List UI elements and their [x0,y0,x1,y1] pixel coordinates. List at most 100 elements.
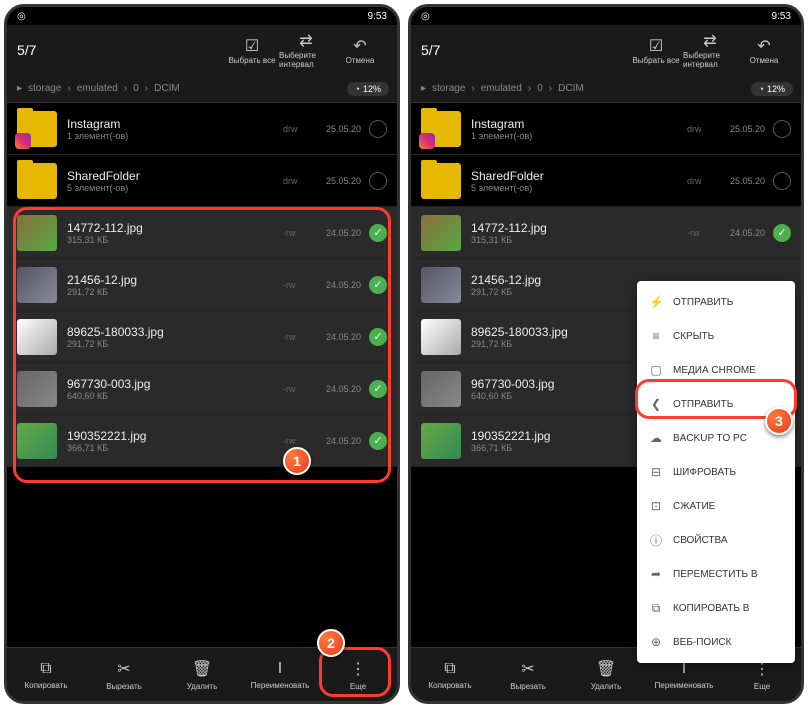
storage-indicator[interactable]: ◔12% [347,82,389,96]
undo-icon: ↶ [757,36,770,56]
menu-websearch[interactable]: ⊕ВЕБ-ПОИСК [637,625,795,659]
cancel-button[interactable]: ↶Отмена [333,36,387,65]
phone-left: ◎ 9:53 5/7 ☑Выбрать все ⇄Выберите интерв… [4,4,400,704]
file-row[interactable]: 21456-12.jpg291,72 КБ -rw 24.05.20 ✓ [7,259,397,311]
globe-icon: ⊕ [649,635,663,649]
checkbox-checked[interactable]: ✓ [369,432,387,450]
folder-row[interactable]: Instagram1 элемент(-ов) drw 25.05.20 [7,103,397,155]
scissors-icon: ✂ [521,659,534,679]
menu-encrypt[interactable]: ⊟ШИФРОВАТЬ [637,455,795,489]
step-badge-2: 2 [317,629,345,657]
file-row[interactable]: 89625-180033.jpg291,72 КБ -rw 24.05.20 ✓ [7,311,397,363]
instagram-badge-icon [15,133,31,149]
checkbox-icon: ☑ [245,36,259,56]
copy-icon: ⧉ [40,660,51,678]
file-list[interactable]: Instagram1 элемент(-ов) drw 25.05.20 Sha… [7,103,397,653]
status-bar: ◎ 9:53 [7,7,397,25]
checkbox[interactable] [369,172,387,190]
cursor-icon: I [278,660,282,678]
thumbnail [421,267,461,303]
interval-icon: ⇄ [299,31,312,51]
step-badge-1: 1 [283,447,311,475]
pie-icon: ◔ [355,84,360,94]
copy-button[interactable]: ⧉Копировать [411,648,489,701]
archive-icon: ⊡ [649,499,663,513]
breadcrumb[interactable]: ▸ storage› emulated› 0› DCIM ◔12% [411,75,801,103]
top-bar: 5/7 ☑Выбрать все ⇄Выберите интервал ↶Отм… [411,25,801,75]
thumbnail [17,215,57,251]
file-row[interactable]: 967730-003.jpg640,60 КБ -rw 24.05.20 ✓ [7,363,397,415]
more-icon: ⋮ [350,659,366,679]
info-icon: ⓘ [649,532,663,549]
menu-send-fast[interactable]: ⚡ОТПРАВИТЬ [637,285,795,319]
breadcrumb[interactable]: ▸ storage› emulated› 0› DCIM ◔12% [7,75,397,103]
status-bar: ◎ 9:53 [411,7,801,25]
folder-row[interactable]: Instagram1 элемент(-ов) drw 25.05.20 [411,103,801,155]
share-icon: ❮ [649,397,663,411]
menu-properties[interactable]: ⓘСВОЙСТВА [637,523,795,557]
checkbox-checked[interactable]: ✓ [369,276,387,294]
camera-icon: ◎ [421,11,430,22]
cancel-button[interactable]: ↶Отмена [737,36,791,65]
cloud-icon: ☁ [649,431,663,445]
interval-button[interactable]: ⇄Выберите интервал [683,31,737,69]
file-row[interactable]: 14772-112.jpg315,31 КБ -rw 24.05.20 ✓ [7,207,397,259]
thumbnail [421,319,461,355]
cut-button[interactable]: ✂Вырезать [489,648,567,701]
menu-move[interactable]: ➦ПЕРЕМЕСТИТЬ В [637,557,795,591]
trash-icon: 🗑 [192,659,212,679]
copy-button[interactable]: ⧉Копировать [7,648,85,701]
top-bar: 5/7 ☑Выбрать все ⇄Выберите интервал ↶Отм… [7,25,397,75]
folder-icon [421,163,461,199]
checkbox-checked[interactable]: ✓ [369,328,387,346]
sd-icon: ▸ [15,83,24,94]
checkbox-checked[interactable]: ✓ [369,380,387,398]
context-menu: ⚡ОТПРАВИТЬ ≡СКРЫТЬ ▢МЕДИА CHROME ❮ОТПРАВ… [637,281,795,663]
folder-row[interactable]: SharedFolder5 элемент(-ов) drw 25.05.20 [411,155,801,207]
selection-count: 5/7 [17,42,225,58]
file-row[interactable]: 190352221.jpg366,71 КБ -rw 24.05.20 ✓ [7,415,397,467]
trash-icon: 🗑 [596,659,616,679]
thumbnail [421,215,461,251]
file-row[interactable]: 14772-112.jpg315,31 КБ -rw 24.05.20 ✓ [411,207,801,259]
checkbox[interactable] [369,120,387,138]
lock-icon: ⊟ [649,465,663,479]
checkbox[interactable] [773,120,791,138]
thumbnail [17,319,57,355]
checkbox-icon: ☑ [649,36,663,56]
copy-icon: ⧉ [444,660,455,678]
pie-icon: ◔ [759,84,764,94]
instagram-badge-icon [419,133,435,149]
select-all-button[interactable]: ☑Выбрать все [629,36,683,65]
step-badge-3: 3 [765,407,793,435]
folder-icon [421,111,461,147]
menu-chrome[interactable]: ▢МЕДИА CHROME [637,353,795,387]
thumbnail [17,267,57,303]
checkbox-checked[interactable]: ✓ [773,224,791,242]
folder-row[interactable]: SharedFolder5 элемент(-ов) drw 25.05.20 [7,155,397,207]
menu-hide[interactable]: ≡СКРЫТЬ [637,319,795,353]
thumbnail [17,423,57,459]
interval-button[interactable]: ⇄Выберите интервал [279,31,333,69]
delete-button[interactable]: 🗑Удалить [567,648,645,701]
sd-icon: ▸ [419,83,428,94]
storage-indicator[interactable]: ◔12% [751,82,793,96]
copy-icon: ⧉ [649,601,663,616]
checkbox[interactable] [773,172,791,190]
folder-icon [17,111,57,147]
menu-compress[interactable]: ⊡СЖАТИЕ [637,489,795,523]
delete-button[interactable]: 🗑Удалить [163,648,241,701]
cast-icon: ▢ [649,363,663,377]
checkbox-checked[interactable]: ✓ [369,224,387,242]
cut-button[interactable]: ✂Вырезать [85,648,163,701]
phone-right: ◎ 9:53 5/7 ☑Выбрать все ⇄Выберите интерв… [408,4,804,704]
thumbnail [17,371,57,407]
folder-icon [17,163,57,199]
thumbnail [421,423,461,459]
bolt-icon: ⚡ [649,295,663,309]
menu-copy-to[interactable]: ⧉КОПИРОВАТЬ В [637,591,795,625]
interval-icon: ⇄ [703,31,716,51]
rename-button[interactable]: IПереименовать [241,648,319,701]
select-all-button[interactable]: ☑Выбрать все [225,36,279,65]
selection-count: 5/7 [421,42,629,58]
